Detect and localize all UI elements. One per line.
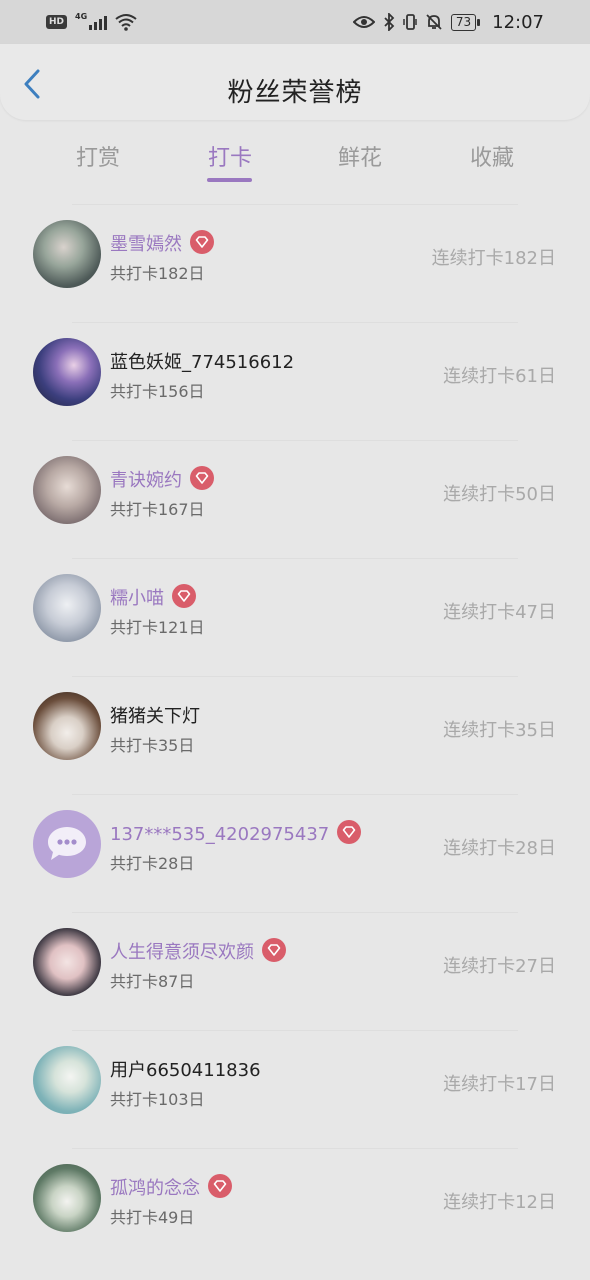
active-tab-indicator (207, 178, 252, 182)
total-checkin-days: 共打卡35日 (110, 736, 195, 755)
avatar[interactable] (33, 1164, 101, 1232)
page-title: 粉丝荣誉榜 (227, 78, 363, 108)
list-item[interactable]: 猪猪关下灯 共打卡35日 连续打卡35日 (0, 666, 590, 784)
streak-days: 连续打卡12日 (443, 1192, 556, 1213)
status-bar: HD 4G 73 12:07 (0, 0, 590, 44)
vip-diamond-icon (190, 466, 214, 490)
avatar[interactable] (33, 220, 101, 288)
list-item[interactable]: 青诀婉约 共打卡167日 连续打卡50日 (0, 430, 590, 548)
battery-icon: 73 (450, 13, 481, 31)
list-item[interactable]: 人生得意须尽欢颜 共打卡87日 连续打卡27日 (0, 902, 590, 1020)
vip-diamond-icon (190, 230, 214, 254)
eye-icon (352, 16, 375, 28)
network-label: 4G (75, 11, 88, 21)
list-item[interactable]: 糯小喵 共打卡121日 连续打卡47日 (0, 548, 590, 666)
status-time: 12:07 (492, 11, 544, 33)
list-item[interactable]: 蓝色妖姬_774516612 共打卡156日 连续打卡61日 (0, 312, 590, 430)
avatar[interactable] (33, 574, 101, 642)
total-checkin-days: 共打卡49日 (110, 1208, 195, 1227)
avatar[interactable] (33, 692, 101, 760)
fan-ranking-list: 墨雪嫣然 共打卡182日 连续打卡182日 蓝色妖姬_774516612 共打卡… (0, 194, 590, 1256)
streak-days: 连续打卡61日 (443, 366, 556, 387)
user-name[interactable]: 137***535_4202975437 (110, 820, 362, 845)
list-item[interactable]: 137***535_4202975437 共打卡28日 连续打卡28日 (0, 784, 590, 902)
signal-icon (89, 14, 108, 30)
user-name[interactable]: 用户6650411836 (110, 1056, 261, 1082)
streak-days: 连续打卡35日 (443, 720, 556, 741)
avatar[interactable] (33, 810, 101, 878)
header-bar: 粉丝荣誉榜 (0, 44, 590, 120)
user-name[interactable]: 青诀婉约 (110, 466, 214, 492)
avatar[interactable] (33, 338, 101, 406)
tab-favorites[interactable]: 收藏 (452, 140, 532, 172)
total-checkin-days: 共打卡121日 (110, 618, 205, 637)
bluetooth-icon (384, 13, 395, 31)
vip-diamond-icon (172, 584, 196, 608)
user-name[interactable]: 糯小喵 (110, 584, 196, 610)
tab-tip[interactable]: 打赏 (58, 140, 138, 172)
list-item[interactable]: 用户6650411836 共打卡103日 连续打卡17日 (0, 1020, 590, 1138)
status-left: HD 4G (46, 11, 137, 31)
total-checkin-days: 共打卡167日 (110, 500, 205, 519)
user-name[interactable]: 猪猪关下灯 (110, 702, 200, 728)
streak-days: 连续打卡47日 (443, 602, 556, 623)
hd-badge: HD (46, 15, 68, 29)
tab-checkin[interactable]: 打卡 (190, 140, 270, 172)
vibrate-icon (403, 14, 417, 30)
total-checkin-days: 共打卡87日 (110, 972, 195, 991)
total-checkin-days: 共打卡103日 (110, 1090, 205, 1109)
streak-days: 连续打卡50日 (443, 484, 556, 505)
user-name[interactable]: 墨雪嫣然 (110, 230, 214, 256)
avatar[interactable] (33, 928, 101, 996)
tab-bar: 打赏 打卡 鲜花 收藏 (0, 130, 590, 190)
user-name[interactable]: 人生得意须尽欢颜 (110, 938, 286, 964)
tab-flowers[interactable]: 鲜花 (320, 140, 400, 172)
total-checkin-days: 共打卡156日 (110, 382, 205, 401)
vip-diamond-icon (262, 938, 286, 962)
streak-days: 连续打卡182日 (431, 248, 556, 269)
streak-days: 连续打卡27日 (443, 956, 556, 977)
avatar[interactable] (33, 1046, 101, 1114)
list-item[interactable]: 墨雪嫣然 共打卡182日 连续打卡182日 (0, 194, 590, 312)
avatar[interactable] (33, 456, 101, 524)
user-name[interactable]: 蓝色妖姬_774516612 (110, 348, 294, 374)
status-right: 73 12:07 (352, 11, 544, 33)
user-name[interactable]: 孤鸿的念念 (110, 1174, 232, 1200)
streak-days: 连续打卡28日 (443, 838, 556, 859)
list-item[interactable]: 孤鸿的念念 共打卡49日 连续打卡12日 (0, 1138, 590, 1256)
vip-diamond-icon (337, 820, 362, 844)
vip-diamond-icon (208, 1174, 232, 1198)
total-checkin-days: 共打卡182日 (110, 264, 205, 283)
streak-days: 连续打卡17日 (443, 1074, 556, 1095)
chat-bubble-icon (48, 827, 86, 860)
total-checkin-days: 共打卡28日 (110, 854, 195, 873)
wifi-icon (115, 14, 137, 31)
mute-bell-icon (426, 14, 442, 30)
